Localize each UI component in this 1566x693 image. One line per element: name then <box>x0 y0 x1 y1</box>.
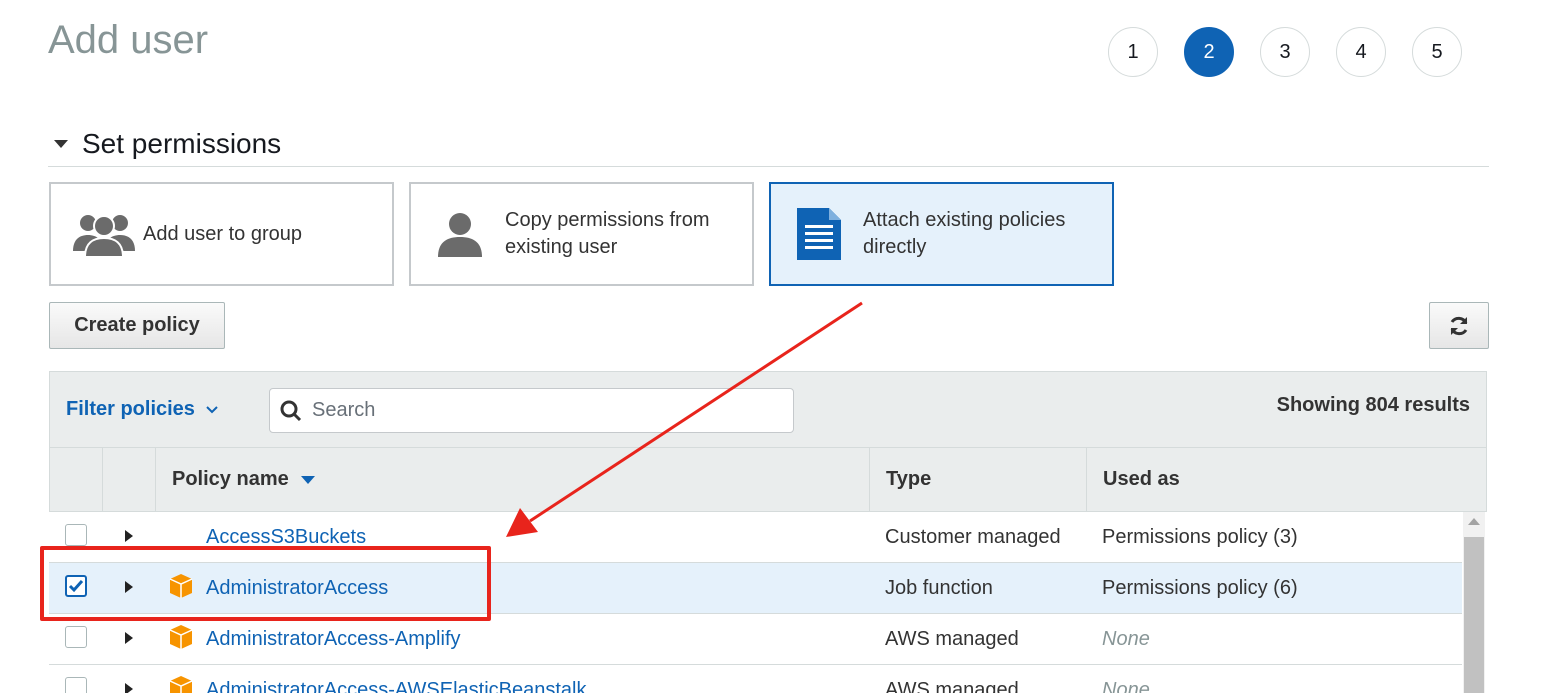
annotation-arrow-icon <box>506 301 863 537</box>
